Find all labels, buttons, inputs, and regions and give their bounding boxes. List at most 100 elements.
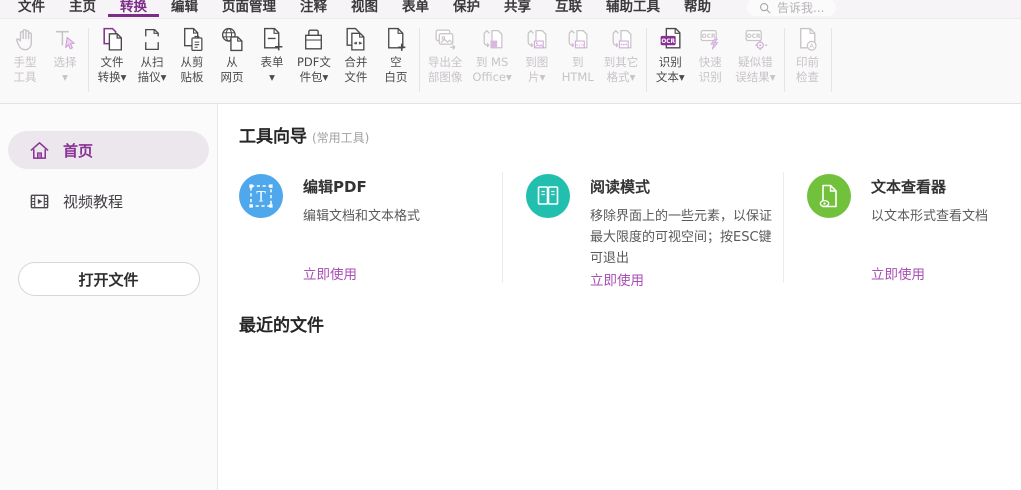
sidebar-item-home-label: 首页: [63, 141, 94, 160]
sidebar-item-home[interactable]: 首页: [8, 131, 209, 169]
card-edit-pdf-description: 编辑文档和文本格式: [303, 209, 421, 224]
ocr-quick-label: 快速 识别: [698, 55, 722, 84]
menu-tab-share[interactable]: 共享: [492, 0, 543, 17]
ocr-suspect-icon: OCR: [745, 30, 768, 51]
main-panel: 工具向导 (常用工具) T 编辑PDF 编辑文档和文本格式 立即使用 阅读模式 …: [218, 104, 1021, 490]
menu-tab-convert[interactable]: 转换: [108, 0, 159, 17]
tool-cards: T 编辑PDF 编辑文档和文本格式 立即使用 阅读模式 移除界面上的一些元素，以…: [239, 168, 1021, 289]
form-icon: [263, 27, 282, 51]
file-convert-label: 文件 转换▾: [97, 55, 127, 84]
export-all-images-button: 导出全 部图像: [423, 19, 468, 85]
pdf-portfolio-label: PDF文 件包▾: [297, 55, 331, 84]
tools-subtitle: (常用工具): [312, 131, 370, 145]
hand-tool-label: 手型 工具: [13, 55, 37, 84]
svg-text:T: T: [256, 190, 266, 206]
to-image-icon: [527, 29, 547, 49]
menu-tab-edit[interactable]: 编辑: [159, 0, 210, 17]
ocr-quick-icon: OCR: [700, 30, 719, 50]
to-other-format-label: 到其它 格式▾: [603, 55, 639, 84]
menu-tab-view[interactable]: 视图: [339, 0, 390, 17]
search-icon: [759, 2, 771, 14]
to-ms-office-button: 到 MS Office▾: [467, 19, 516, 85]
menu-tab-accessibility[interactable]: 辅助工具: [594, 0, 672, 17]
from-web-icon: [221, 27, 243, 52]
content-area: 首页 视频教程 打开文件 工具向导 (常用工具) T 编辑PDF 编辑文档和文本…: [0, 104, 1021, 490]
to-html-label: 到 HTML: [561, 55, 594, 84]
pdf-portfolio-icon: [305, 29, 323, 50]
card-reading-mode: 阅读模式 移除界面上的一些元素，以保证最大限度的可视空间；按ESC键可退出 立即…: [503, 168, 783, 289]
menu-tab-page-organize[interactable]: 页面管理: [210, 0, 288, 17]
file-convert-button[interactable]: 文件 转换▾: [92, 19, 132, 85]
merge-files-label: 合并 文件: [344, 55, 368, 84]
svg-text:OCR: OCR: [747, 34, 761, 40]
menu-tab-file[interactable]: 文件: [6, 0, 57, 17]
ribbon-group-export: 导出全 部图像 到 MS Office▾ 到图 片▾ </> 到 HTML 到其…: [420, 19, 646, 85]
from-web-button[interactable]: 从 网页: [212, 19, 252, 85]
recent-files-title: 最近的文件: [239, 316, 324, 337]
ocr-quick-button: OCR 快速 识别: [690, 19, 730, 85]
file-convert-icon: [102, 27, 122, 51]
select-tool-button: 选择 ▾: [45, 19, 85, 85]
to-html-icon: </>: [568, 29, 588, 48]
card-reading-mode-title: 阅读模式: [590, 178, 651, 196]
card-text-viewer-use-now-link[interactable]: 立即使用: [871, 263, 988, 283]
menu-tab-connect[interactable]: 互联: [543, 0, 594, 17]
ocr-text-icon: OCR: [660, 27, 681, 49]
svg-text:OCR: OCR: [661, 39, 675, 45]
svg-text:OCR: OCR: [702, 34, 716, 40]
card-text-viewer-description: 以文本形式查看文档: [871, 209, 989, 224]
reading-mode-icon: [526, 174, 570, 218]
sidebar-item-video-label: 视频教程: [63, 192, 124, 211]
tell-me-search[interactable]: 告诉我...: [747, 0, 837, 16]
menu-tab-help[interactable]: 帮助: [672, 0, 723, 17]
select-tool-label: 选择 ▾: [53, 55, 77, 84]
merge-files-icon: [346, 27, 365, 51]
form-button[interactable]: 表单 ▾: [252, 19, 292, 85]
card-text-viewer-title: 文本查看器: [871, 178, 947, 196]
menu-tab-home[interactable]: 主页: [57, 0, 108, 17]
menu-tab-protect[interactable]: 保护: [441, 0, 492, 17]
menu-tab-comment[interactable]: 注释: [288, 0, 339, 17]
open-file-button[interactable]: 打开文件: [17, 262, 200, 296]
to-image-button: 到图 片▾: [517, 19, 557, 85]
from-web-label: 从 网页: [220, 55, 244, 84]
search-placeholder: 告诉我...: [777, 1, 825, 15]
from-clipboard-icon: [183, 27, 202, 52]
ocr-suspect-button: OCR 疑似错 误结果▾: [730, 19, 780, 85]
tools-title: 工具向导: [239, 127, 307, 147]
text-viewer-icon: [807, 174, 851, 218]
merge-files-button[interactable]: 合并 文件: [336, 19, 376, 85]
from-scanner-button[interactable]: 从扫 描仪▾: [132, 19, 172, 85]
ribbon-group-tools: 手型 工具 选择 ▾: [2, 19, 88, 85]
preflight-label: 印前 检查: [796, 55, 820, 84]
ocr-suspect-label: 疑似错 误结果▾: [735, 55, 776, 84]
svg-text:</>: </>: [575, 42, 585, 48]
ribbon-group-create: 文件 转换▾ 从扫 描仪▾ 从剪 贴板 从 网页 表单 ▾ PDF文 件包▾ 合…: [89, 19, 419, 85]
hand-tool-icon: [15, 29, 32, 51]
blank-page-icon: [388, 27, 406, 51]
from-scanner-icon: [144, 28, 159, 51]
card-edit-pdf-use-now-link[interactable]: 立即使用: [303, 263, 420, 283]
blank-page-button[interactable]: 空 白页: [376, 19, 416, 85]
sidebar-item-video-tutorials[interactable]: 视频教程: [8, 182, 209, 220]
from-scanner-label: 从扫 描仪▾: [137, 55, 167, 84]
to-other-format-button: 到其它 格式▾: [599, 19, 644, 85]
tools-heading: 工具向导 (常用工具): [239, 122, 1021, 147]
video-tutorial-icon: [30, 194, 49, 208]
ribbon-separator: [830, 28, 832, 92]
ocr-text-label: 识别 文本▾: [655, 55, 685, 84]
from-clipboard-label: 从剪 贴板: [180, 55, 204, 84]
menu-bar: 文件 主页 转换 编辑 页面管理 注释 视图 表单 保护 共享 互联 辅助工具 …: [0, 0, 1021, 19]
card-edit-pdf-title: 编辑PDF: [303, 178, 367, 196]
open-file-label: 打开文件: [78, 270, 139, 289]
home-icon: [30, 141, 49, 159]
ribbon-group-preflight: A 印前 检查: [785, 19, 831, 85]
preflight-button: A 印前 检查: [788, 19, 828, 85]
from-clipboard-button[interactable]: 从剪 贴板: [172, 19, 212, 85]
card-reading-mode-use-now-link[interactable]: 立即使用: [590, 269, 783, 289]
to-html-button: </> 到 HTML: [557, 19, 599, 85]
menu-tab-form[interactable]: 表单: [390, 0, 441, 17]
ocr-text-button[interactable]: OCR 识别 文本▾: [650, 19, 690, 85]
export-all-images-label: 导出全 部图像: [427, 55, 463, 84]
pdf-portfolio-button[interactable]: PDF文 件包▾: [292, 19, 336, 85]
